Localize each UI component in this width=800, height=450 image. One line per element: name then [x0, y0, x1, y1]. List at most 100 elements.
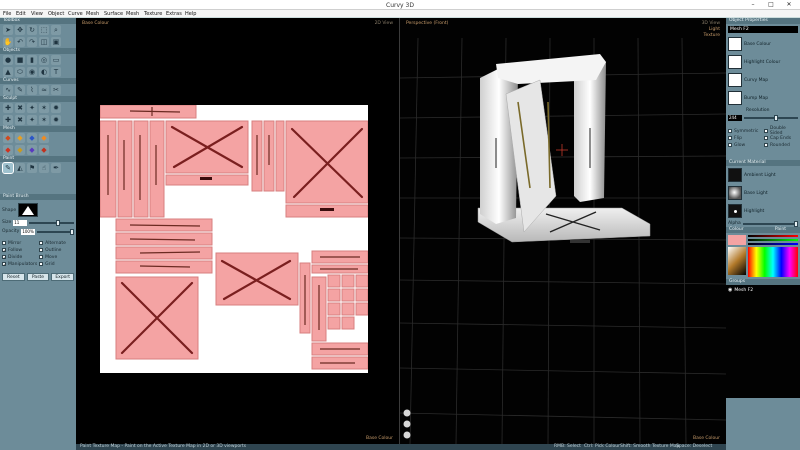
mesh-blue-icon[interactable]: ◆	[27, 133, 37, 143]
blob-icon[interactable]: ◉	[27, 67, 37, 77]
brush-option-move[interactable]: Move	[39, 254, 74, 260]
cube-icon[interactable]: ■	[15, 55, 25, 65]
ambient-light-swatch[interactable]	[728, 168, 742, 182]
brush-shape-preview[interactable]	[18, 203, 39, 217]
rotate-icon[interactable]: ↻	[27, 25, 37, 35]
curve-draw-icon[interactable]: ∿	[3, 85, 13, 95]
sculpt-grab-icon[interactable]: ✦	[27, 115, 37, 125]
colour-picker[interactable]	[726, 233, 800, 279]
menu-curve[interactable]: Curve	[68, 11, 83, 17]
mesh-red-icon[interactable]: ◆	[3, 145, 13, 155]
curve-edit-icon[interactable]: ⌇	[27, 85, 37, 95]
minimize-icon[interactable]: –	[744, 0, 762, 10]
maximize-icon[interactable]: □	[762, 0, 780, 10]
sculpt-noise-icon[interactable]: ✹	[51, 115, 61, 125]
capsule-icon[interactable]: ⬭	[15, 67, 25, 77]
mesh-gold-icon[interactable]: ◆	[15, 145, 25, 155]
brush-option-follow[interactable]: ✓ Follow	[2, 247, 37, 253]
brush-option-divide[interactable]: ✓ Divide	[2, 254, 37, 260]
resolution-field[interactable]: 244	[728, 115, 742, 121]
highlight-swatch[interactable]	[728, 204, 742, 218]
checkbox-icon[interactable]	[39, 248, 44, 252]
menu-texture[interactable]: Texture	[144, 11, 162, 17]
move-icon[interactable]: ✥	[15, 25, 25, 35]
checkbox-icon[interactable]	[39, 241, 44, 245]
blue-channel-slider[interactable]	[748, 243, 798, 245]
menu-object[interactable]: Object	[48, 11, 64, 17]
base-colour-swatch[interactable]	[728, 37, 742, 51]
arrow-icon[interactable]: ➤	[3, 25, 13, 35]
alpha-slider[interactable]	[742, 220, 798, 227]
brush-option-grid[interactable]: Grid	[39, 261, 74, 267]
lathe-icon[interactable]: ◐	[39, 67, 49, 77]
paint-fill-icon[interactable]: ◭	[15, 163, 25, 173]
object-flag-rounded[interactable]: Rounded	[764, 142, 798, 148]
paint-eyedrop-icon[interactable]: ✒	[51, 163, 61, 173]
sculpt-pinch-icon[interactable]: ✶	[39, 103, 49, 113]
text-icon[interactable]: T	[51, 67, 61, 77]
texture-2d-viewport[interactable]: Base Colour 2D View Base Colour	[76, 18, 400, 444]
menu-help[interactable]: Help	[185, 11, 196, 17]
zoom-icon[interactable]: ⌕	[51, 25, 61, 35]
checkbox-icon[interactable]	[39, 255, 44, 259]
close-icon[interactable]: ✕	[780, 0, 798, 10]
bump-map-swatch[interactable]	[728, 91, 742, 105]
checkbox-icon[interactable]	[764, 129, 768, 133]
torus-icon[interactable]: ◎	[39, 55, 49, 65]
curve-cut-icon[interactable]: ✂	[51, 85, 61, 95]
object-flag-symmetric[interactable]: Symmetric	[728, 128, 762, 134]
size-field[interactable]: 11	[13, 219, 28, 226]
cylinder-icon[interactable]: ▮	[27, 55, 37, 65]
curve-smooth-icon[interactable]: ≈	[39, 85, 49, 95]
opacity-field[interactable]: 100%	[21, 228, 36, 235]
cone-icon[interactable]: ▲	[3, 67, 13, 77]
mesh-paint-icon[interactable]: ◆	[3, 133, 13, 143]
curve-pen-icon[interactable]: ✎	[15, 85, 25, 95]
checkbox-icon[interactable]: ✓	[2, 255, 6, 260]
size-slider[interactable]	[29, 219, 74, 226]
checkbox-icon[interactable]	[764, 143, 768, 147]
checkbox-icon[interactable]: ✓	[2, 262, 6, 267]
curvy-map-swatch[interactable]	[728, 73, 742, 87]
texture-map-canvas[interactable]	[100, 105, 368, 373]
sculpt-push-icon[interactable]: ✚	[3, 103, 13, 113]
object-flag-double-sided[interactable]: Double Sided	[764, 126, 798, 136]
mesh-fill-icon[interactable]: ◆	[15, 133, 25, 143]
mesh-violet-icon[interactable]: ◆	[27, 145, 37, 155]
paint-stamp-icon[interactable]: ⚑	[27, 163, 37, 173]
object-flag-flip[interactable]: Flip	[728, 135, 762, 141]
checkbox-icon[interactable]	[728, 129, 732, 133]
menu-mesh2[interactable]: Mesh	[126, 11, 139, 17]
opacity-slider[interactable]	[37, 228, 75, 235]
plane-icon[interactable]: ▭	[51, 55, 61, 65]
hue-spectrum[interactable]	[748, 247, 798, 277]
menu-mesh[interactable]: Mesh	[86, 11, 99, 17]
brush-option-mirror[interactable]: Mirror	[2, 240, 37, 246]
brush-option-manipulators[interactable]: ✓ Manipulators	[2, 261, 37, 267]
eye-icon[interactable]: ◉	[728, 287, 732, 293]
redo-icon[interactable]: ↷	[27, 37, 37, 47]
sphere-icon[interactable]: ●	[3, 55, 13, 65]
mirror-icon[interactable]: ◫	[39, 37, 49, 47]
paste-button[interactable]: Paste	[26, 273, 50, 281]
reset-button[interactable]: Reset	[2, 273, 25, 281]
checkbox-icon[interactable]	[39, 262, 44, 266]
mesh-orange-icon[interactable]: ◆	[39, 133, 49, 143]
paint-brush-icon[interactable]: ✎	[2, 162, 14, 174]
object-flag-cap-ends[interactable]: Cap Ends	[764, 135, 798, 141]
sculpt-smooth-icon[interactable]: ✦	[27, 103, 37, 113]
sculpt-flatten-icon[interactable]: ✹	[51, 103, 61, 113]
resolution-slider[interactable]	[744, 115, 798, 121]
checkbox-icon[interactable]	[764, 136, 768, 140]
brush-option-outline[interactable]: Outline	[39, 247, 74, 253]
shade-picker[interactable]	[728, 247, 746, 275]
export-button[interactable]: Export	[51, 273, 75, 281]
base-light-swatch[interactable]	[728, 186, 742, 200]
paint-smudge-icon[interactable]: ☝	[39, 163, 49, 173]
menu-edit[interactable]: Edit	[16, 11, 26, 17]
frame-icon[interactable]: ▣	[51, 37, 61, 47]
scale-icon[interactable]: ⬚	[39, 25, 49, 35]
nav-gizmo[interactable]	[403, 409, 411, 439]
pan-icon[interactable]: ✋	[3, 37, 13, 47]
red-channel-slider[interactable]	[748, 235, 798, 237]
